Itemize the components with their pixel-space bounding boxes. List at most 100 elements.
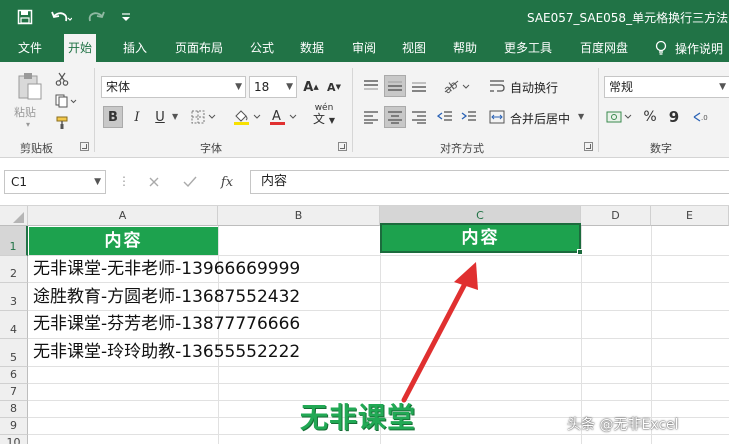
copy-icon[interactable] <box>52 92 80 110</box>
merge-dropdown-icon[interactable]: ▼ <box>578 112 584 121</box>
font-size-value: 18 <box>254 80 270 94</box>
tab-view[interactable]: 视图 <box>398 34 430 62</box>
tab-review[interactable]: 审阅 <box>348 34 380 62</box>
tab-home[interactable]: 开始 <box>64 34 97 63</box>
cell-a2[interactable]: 无非课堂-无非老师-13966669999 <box>33 256 300 282</box>
format-painter-icon[interactable] <box>52 114 72 132</box>
title-bar: SAE057_SAE058_单元格换行三方法 - <box>0 0 729 34</box>
formula-bar: C1 ▼ ⋮ fx 内容 <box>0 158 729 206</box>
separator <box>94 68 95 152</box>
borders-icon[interactable] <box>188 106 220 128</box>
font-launcher-icon[interactable] <box>338 142 347 151</box>
row-header-8[interactable]: 8 <box>0 401 28 418</box>
tab-formulas[interactable]: 公式 <box>246 34 278 62</box>
column-header-d[interactable]: D <box>581 206 651 226</box>
font-name-select[interactable]: 宋体 ▼ <box>101 76 246 98</box>
merge-center-button[interactable]: 合并后居中 <box>510 110 570 127</box>
cancel-icon[interactable] <box>142 172 166 192</box>
comma-style-button[interactable]: 9 <box>664 106 684 128</box>
merge-center-icon[interactable] <box>486 106 508 128</box>
decrease-font-size-icon[interactable]: A ▼ <box>323 77 345 97</box>
bold-button[interactable]: B <box>103 106 123 128</box>
align-center-icon[interactable] <box>384 106 406 128</box>
column-header-b[interactable]: B <box>218 206 380 226</box>
row-header-9[interactable]: 9 <box>0 418 28 435</box>
row-header-2[interactable]: 2 <box>0 256 28 283</box>
formula-bar-grip-icon[interactable]: ⋮ <box>118 174 130 188</box>
cell-a4[interactable]: 无非课堂-芬芳老师-13877776666 <box>33 311 300 337</box>
fill-handle[interactable] <box>577 249 583 255</box>
select-all-button[interactable] <box>0 206 28 226</box>
undo-icon[interactable] <box>48 7 74 27</box>
cell-a1[interactable]: 内容 <box>29 227 218 255</box>
clipboard-launcher-icon[interactable] <box>80 142 89 151</box>
svg-text:.0: .0 <box>701 114 708 122</box>
row-header-7[interactable]: 7 <box>0 384 28 401</box>
italic-button[interactable]: I <box>127 106 147 128</box>
increase-decimal-icon[interactable]: .0 <box>690 106 710 128</box>
column-header-e[interactable]: E <box>651 206 729 226</box>
top-align-icon[interactable] <box>360 75 382 97</box>
tab-data[interactable]: 数据 <box>296 34 328 62</box>
underline-dropdown-icon[interactable]: ▼ <box>172 112 178 121</box>
redo-icon[interactable] <box>84 7 110 27</box>
formula-input[interactable]: 内容 <box>250 170 729 194</box>
row-header-1[interactable]: 1 <box>0 226 28 256</box>
orientation-icon[interactable]: ab <box>440 75 474 97</box>
enter-icon[interactable] <box>178 172 202 192</box>
name-box[interactable]: C1 ▼ <box>4 170 106 194</box>
chevron-down-icon: ▼ <box>94 177 101 187</box>
save-icon[interactable] <box>14 7 36 27</box>
gridline <box>28 383 729 384</box>
gridline <box>581 226 582 444</box>
tell-me-box[interactable]: 操作说明 <box>655 34 723 62</box>
paste-dropdown-icon[interactable]: ▾ <box>26 120 30 129</box>
row-header-6[interactable]: 6 <box>0 367 28 384</box>
decrease-indent-icon[interactable] <box>434 106 456 128</box>
align-left-icon[interactable] <box>360 106 382 128</box>
cell-a3[interactable]: 途胜教育-方圆老师-13687552432 <box>33 284 300 310</box>
bottom-align-icon[interactable] <box>408 75 430 97</box>
phonetic-guide-icon[interactable]: wén 文 ▼ <box>306 102 342 128</box>
tab-help[interactable]: 帮助 <box>449 34 481 62</box>
increase-font-size-icon[interactable]: A ▲ <box>300 77 322 97</box>
cut-icon[interactable] <box>52 70 72 88</box>
wrap-text-icon[interactable] <box>486 75 508 97</box>
font-size-select[interactable]: 18 ▼ <box>249 76 297 98</box>
wrap-text-button[interactable]: 自动换行 <box>510 79 558 96</box>
tell-me-label: 操作说明 <box>675 41 724 56</box>
row-header-4[interactable]: 4 <box>0 311 28 339</box>
font-color-icon[interactable]: A <box>266 106 300 128</box>
separator <box>352 68 353 152</box>
font-group-label: 字体 <box>200 142 222 155</box>
column-header-a[interactable]: A <box>28 206 218 226</box>
number-format-select[interactable]: 常规 ▼ <box>604 76 729 98</box>
row-header-5[interactable]: 5 <box>0 339 28 367</box>
tab-insert[interactable]: 插入 <box>119 34 151 62</box>
row-header-10[interactable]: 10 <box>0 435 28 444</box>
middle-align-icon[interactable] <box>384 75 406 97</box>
row-header-3[interactable]: 3 <box>0 283 28 311</box>
percent-style-button[interactable]: % <box>640 106 660 128</box>
alignment-launcher-icon[interactable] <box>584 142 593 151</box>
tab-page-layout[interactable]: 页面布局 <box>171 34 227 62</box>
clipboard-group-label: 剪贴板 <box>20 142 53 155</box>
accounting-format-icon[interactable] <box>604 106 636 128</box>
align-right-icon[interactable] <box>408 106 430 128</box>
gridline <box>28 282 729 283</box>
fill-color-icon[interactable] <box>230 106 264 128</box>
tab-file[interactable]: 文件 <box>14 34 46 62</box>
tab-baidu-netdisk[interactable]: 百度网盘 <box>576 34 632 62</box>
name-box-value: C1 <box>11 175 28 189</box>
chevron-down-icon: ▼ <box>286 82 293 92</box>
customize-toolbar-icon[interactable] <box>118 7 134 27</box>
tab-more-tools[interactable]: 更多工具 <box>500 34 556 62</box>
paste-icon[interactable] <box>12 70 48 104</box>
insert-function-button[interactable]: fx <box>214 172 240 192</box>
gridline <box>28 366 729 367</box>
separator <box>598 68 599 152</box>
cell-a5[interactable]: 无非课堂-玲玲助教-13655552222 <box>33 339 300 365</box>
alignment-group-label: 对齐方式 <box>440 142 484 155</box>
increase-indent-icon[interactable] <box>458 106 480 128</box>
underline-button[interactable]: U <box>150 106 170 128</box>
